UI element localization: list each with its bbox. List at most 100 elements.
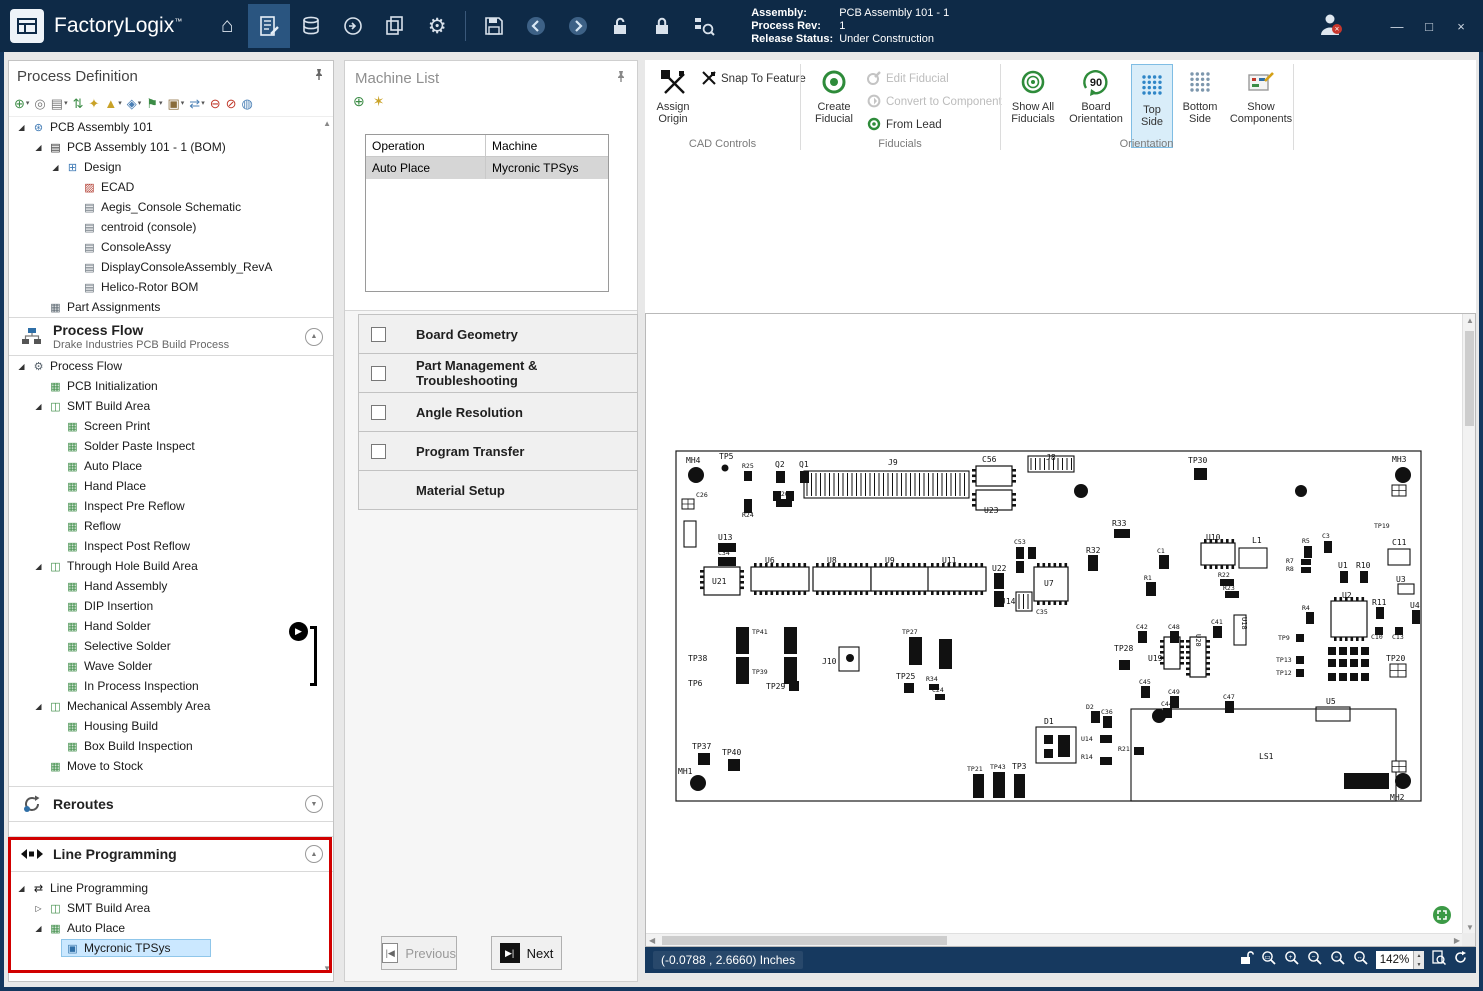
expanded-arrow-icon[interactable]: ◢ (49, 163, 62, 172)
section-checkbox[interactable] (371, 366, 386, 381)
tree-item-ecad[interactable]: ▨ECAD (9, 177, 333, 197)
compare-icon[interactable]: ◎ (33, 96, 46, 111)
flow-item-housing-build[interactable]: ▦Housing Build (9, 716, 333, 736)
collapsed-arrow-icon[interactable]: ▷ (32, 904, 45, 913)
package-icon[interactable]: ◈▾ (126, 96, 143, 111)
from-lead-button[interactable]: From Lead (867, 116, 942, 134)
lock-open-icon[interactable] (1239, 950, 1254, 970)
expanded-arrow-icon[interactable]: ◢ (15, 884, 28, 893)
scroll-down-arrow[interactable]: ▼ (1466, 923, 1474, 932)
section-checkbox[interactable] (371, 444, 386, 459)
flow-item-in-process-inspection[interactable]: ▦In Process Inspection (9, 676, 333, 696)
column-operation[interactable]: Operation (366, 135, 486, 156)
fit-page-icon[interactable] (1431, 950, 1446, 970)
tree-item-helico-rotor-bom[interactable]: ▤Helico-Rotor BOM (9, 277, 333, 297)
section-checkbox[interactable] (371, 405, 386, 420)
expanded-arrow-icon[interactable]: ◢ (32, 143, 45, 152)
show-components-button[interactable]: Show Components (1229, 66, 1293, 125)
flow-item-solder-paste-inspect[interactable]: ▦Solder Paste Inspect (9, 436, 333, 456)
column-machine[interactable]: Machine (486, 135, 608, 156)
tree-item-part-assignments[interactable]: ▦Part Assignments (9, 297, 333, 317)
add-machine-icon[interactable]: ⊕ (353, 93, 365, 110)
zoom-value[interactable]: 142% (1376, 954, 1413, 966)
flow-item-move-to-stock[interactable]: ▦Move to Stock (9, 756, 333, 776)
zoom-fit-button[interactable] (1433, 906, 1451, 924)
vertical-scrollbar[interactable]: ▲ ▼ (1462, 314, 1475, 934)
zoom-extents-icon[interactable]: ▫ (1330, 950, 1346, 971)
process-flow-header[interactable]: Process Flow Drake Industries PCB Build … (9, 317, 333, 356)
flow-item-pcb-initialization[interactable]: ▦PCB Initialization (9, 376, 333, 396)
edit-fiducial-button[interactable]: Edit Fiducial (867, 70, 949, 88)
line-programming-header[interactable]: Line Programming ▲ (9, 836, 333, 872)
board-orientation-button[interactable]: 90 Board Orientation (1067, 66, 1125, 125)
flow-item-hand-solder[interactable]: ▦Hand Solder (9, 616, 333, 636)
machine-wizard-icon[interactable]: ✶ (373, 93, 385, 110)
zoom-in-icon[interactable]: + (1284, 950, 1300, 971)
minimize-button[interactable]: — (1389, 19, 1405, 34)
flow-item-mechanical-assembly-area[interactable]: ◢◫Mechanical Assembly Area (9, 696, 333, 716)
flow-item-screen-print[interactable]: ▦Screen Print (9, 416, 333, 436)
flow-item-process-flow[interactable]: ◢⚙Process Flow (9, 356, 333, 376)
flow-item-inspect-pre-reflow[interactable]: ▦Inspect Pre Reflow (9, 496, 333, 516)
reroutes-header[interactable]: Reroutes ▼ (9, 786, 333, 822)
machine-row[interactable]: Auto PlaceMycronic TPSys (366, 157, 608, 179)
line-item-smt-build-area[interactable]: ▷◫SMT Build Area (9, 898, 333, 918)
flow-item-inspect-post-reflow[interactable]: ▦Inspect Post Reflow (9, 536, 333, 556)
zoom-pan-icon[interactable]: ↔ (1353, 950, 1369, 971)
expanded-arrow-icon[interactable]: ◢ (32, 924, 45, 933)
transfer-icon[interactable]: ⇄▾ (188, 96, 205, 111)
section-angle-resolution[interactable]: Angle Resolution (358, 392, 638, 432)
flow-item-through-hole-build-area[interactable]: ◢◫Through Hole Build Area (9, 556, 333, 576)
line-item-line-programming[interactable]: ◢⇄Line Programming (9, 878, 333, 898)
create-fiducial-button[interactable]: Create Fiducial (808, 66, 860, 125)
user-icon[interactable]: × (1317, 11, 1343, 42)
flow-item-wave-solder[interactable]: ▦Wave Solder (9, 656, 333, 676)
pcb-canvas[interactable]: MH4TP5C26R25Q2Q1R26R24J9C56U23J8TP30MH3U… (645, 313, 1476, 947)
next-button[interactable]: ▶| Next (491, 936, 562, 970)
zoom-window-icon[interactable]: ▭ (1261, 950, 1277, 971)
test-icon[interactable]: ▲▾ (103, 96, 122, 111)
block-icon[interactable]: ⊘ (225, 96, 238, 111)
section-board-geometry[interactable]: Board Geometry (358, 314, 638, 354)
pin-icon[interactable] (615, 69, 627, 87)
convert-to-component-button[interactable]: Convert to Component (867, 93, 1002, 111)
top-side-button[interactable]: Top Side (1131, 64, 1173, 148)
previous-button[interactable]: |◀ Previous (381, 936, 457, 970)
remove-icon[interactable]: ⊖ (209, 96, 222, 111)
flow-item-auto-place[interactable]: ▦Auto Place (9, 456, 333, 476)
flag-icon[interactable]: ⚑▾ (145, 96, 163, 111)
expand-down-icon[interactable]: ▼ (305, 795, 323, 813)
refresh-view-icon[interactable] (1453, 950, 1468, 970)
tree-item-design[interactable]: ◢⊞Design (9, 157, 333, 177)
section-program-transfer[interactable]: Program Transfer (358, 431, 638, 471)
vertical-scroll-thumb[interactable] (1465, 331, 1474, 426)
save-icon[interactable] (473, 4, 515, 48)
horizontal-scrollbar[interactable]: ◀ ▶ (646, 933, 1463, 946)
section-checkbox[interactable] (371, 327, 386, 342)
show-all-fiducials-button[interactable]: Show All Fiducials (1005, 66, 1061, 125)
tree-item-pcb-assembly-101[interactable]: ◢⊛PCB Assembly 101 (9, 117, 333, 137)
tree-item-pcb-assembly-101-1-bom[interactable]: ◢▤PCB Assembly 101 - 1 (BOM) (9, 137, 333, 157)
tree-item-centroid-console[interactable]: ▤centroid (console) (9, 217, 333, 237)
line-item-auto-place[interactable]: ◢▦Auto Place (9, 918, 333, 938)
flow-item-reflow[interactable]: ▦Reflow (9, 516, 333, 536)
section-material-setup[interactable]: Material Setup (358, 470, 638, 510)
scroll-up-arrow[interactable]: ▲ (323, 119, 331, 128)
home-icon[interactable]: ⌂ (206, 4, 248, 48)
expanded-arrow-icon[interactable]: ◢ (32, 402, 45, 411)
scroll-down-arrow[interactable]: ▼ (323, 964, 331, 973)
horizontal-scroll-thumb[interactable] (662, 936, 947, 945)
bottom-side-button[interactable]: Bottom Side (1177, 66, 1223, 125)
flow-item-hand-assembly[interactable]: ▦Hand Assembly (9, 576, 333, 596)
expanded-arrow-icon[interactable]: ◢ (15, 123, 28, 132)
tree-item-consoleassy[interactable]: ▤ConsoleAssy (9, 237, 333, 257)
pcb-board-view[interactable]: MH4TP5C26R25Q2Q1R26R24J9C56U23J8TP30MH3U… (646, 314, 1463, 934)
flow-item-box-build-inspection[interactable]: ▦Box Build Inspection (9, 736, 333, 756)
flow-item-hand-place[interactable]: ▦Hand Place (9, 476, 333, 496)
expanded-arrow-icon[interactable]: ◢ (32, 562, 45, 571)
scroll-left-arrow[interactable]: ◀ (649, 936, 655, 945)
scroll-up-arrow[interactable]: ▲ (1466, 316, 1474, 325)
section-part-management-troubleshooting[interactable]: Part Management & Troubleshooting (358, 353, 638, 393)
back-icon[interactable] (515, 4, 557, 48)
settings-icon[interactable]: ⚙ (416, 4, 458, 48)
